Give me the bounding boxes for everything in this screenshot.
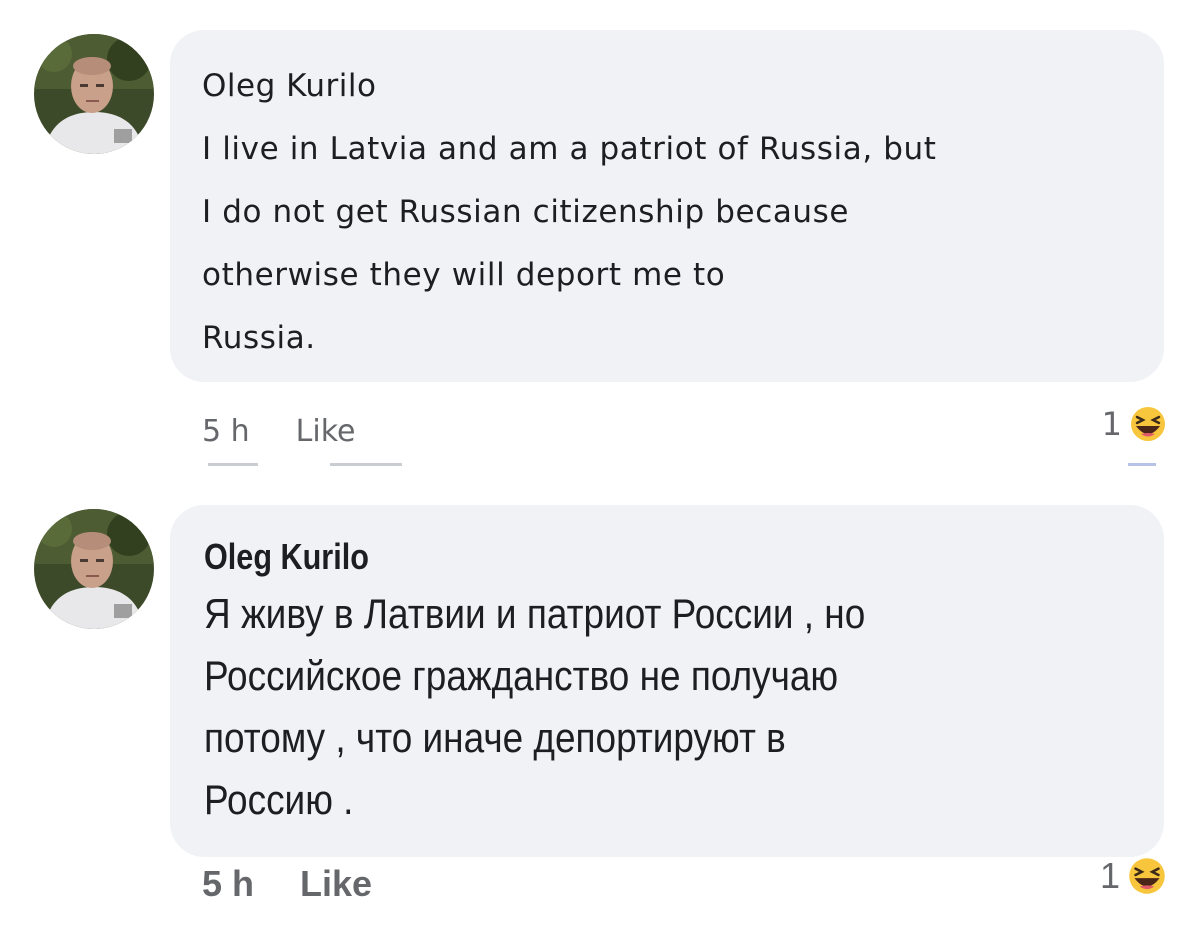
reaction-summary[interactable]: 1 — [1100, 853, 1170, 899]
comment-text-line: Russia. — [202, 320, 316, 356]
comment-timestamp[interactable]: 5 h — [202, 414, 250, 449]
comment-text-line: Я живу в Латвии и патриот России , но — [204, 590, 866, 637]
comment-bubble: Oleg Kurilo I live in Latvia and am a pa… — [170, 30, 1164, 382]
comment-text-line: otherwise they will deport me to — [202, 257, 726, 293]
comment-author[interactable]: Oleg Kurilo — [202, 66, 1134, 106]
divider — [208, 463, 258, 466]
comment-meta: 5 h Like — [202, 414, 355, 449]
comment-bubble: Oleg Kurilo Я живу в Латвии и патриот Ро… — [170, 505, 1164, 857]
comment-text: I live in Latvia and am a patriot of Rus… — [202, 118, 1134, 370]
like-button[interactable]: Like — [296, 414, 356, 449]
avatar[interactable] — [34, 509, 154, 629]
divider — [1128, 463, 1156, 466]
comment-text-line: I live in Latvia and am a patriot of Rus… — [202, 131, 937, 167]
reaction-summary[interactable]: 1 — [1102, 402, 1170, 446]
reaction-count: 1 — [1099, 855, 1120, 896]
comment-text-line: Российское гражданство не получаю — [204, 652, 839, 699]
haha-emoji-icon — [1126, 402, 1170, 446]
divider — [330, 463, 402, 466]
avatar-photo — [34, 509, 154, 629]
haha-emoji-icon — [1124, 853, 1170, 899]
comment-meta: 5 h Like — [202, 863, 372, 905]
comment-author[interactable]: Oleg Kurilo — [204, 537, 995, 577]
comment-text: Я живу в Латвии и патриот России , но Ро… — [204, 583, 1134, 831]
comment-text-line: потому , что иначе депортируют в — [204, 714, 786, 761]
avatar-photo — [34, 34, 154, 154]
like-button[interactable]: Like — [300, 863, 372, 905]
comment-text-line: I do not get Russian citizenship because — [202, 194, 850, 230]
reaction-count: 1 — [1101, 405, 1122, 443]
comment-text-line: Россию . — [204, 776, 354, 823]
comment-timestamp[interactable]: 5 h — [202, 863, 254, 905]
avatar[interactable] — [34, 34, 154, 154]
